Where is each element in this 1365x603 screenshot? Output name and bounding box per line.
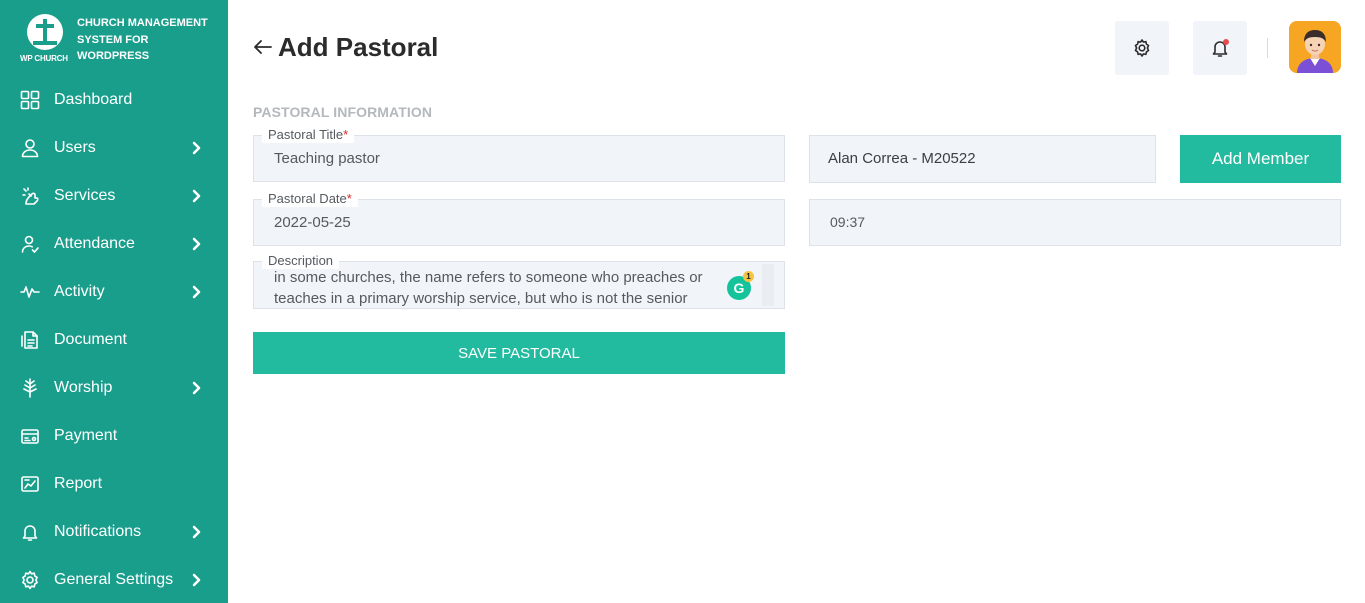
grammarly-count-badge: 1 <box>743 271 754 282</box>
pastoral-title-label: Pastoral Title* <box>262 127 355 143</box>
description-value: in some churches, the name refers to som… <box>274 269 703 307</box>
save-pastoral-button[interactable]: SAVE PASTORAL <box>253 332 785 374</box>
worship-icon <box>20 378 40 398</box>
chevron-right-icon <box>190 285 204 299</box>
pastoral-title-field[interactable]: Pastoral Title* Teaching pastor <box>253 127 785 182</box>
description-scrollbar[interactable] <box>762 264 774 306</box>
gear-icon <box>20 570 40 590</box>
page-header: Add Pastoral <box>252 30 438 64</box>
sidebar-item-notifications[interactable]: Notifications <box>0 508 228 556</box>
section-label: PASTORAL INFORMATION <box>253 104 433 120</box>
sidebar-item-label: Users <box>54 139 96 156</box>
sidebar-item-label: Services <box>54 187 116 204</box>
sidebar-item-label: Attendance <box>54 235 135 252</box>
sidebar-item-label: Dashboard <box>54 91 133 108</box>
sidebar-item-label: Report <box>54 475 103 492</box>
gear-icon <box>1134 39 1150 57</box>
app-root: WP CHURCH CHURCH MANAGEMENT SYSTEM FOR W… <box>0 0 1365 603</box>
sidebar-item-label: Activity <box>54 283 105 300</box>
chevron-right-icon <box>190 237 204 251</box>
pastoral-date-label: Pastoral Date* <box>262 191 358 207</box>
sidebar-item-users[interactable]: Users <box>0 124 228 172</box>
services-icon <box>20 186 40 206</box>
brand-title: CHURCH MANAGEMENT SYSTEM FOR WORDPRESS <box>77 17 208 62</box>
required-mark: * <box>346 191 352 206</box>
chevron-right-icon <box>190 141 204 155</box>
sidebar-item-label: Worship <box>54 379 113 396</box>
attendance-icon <box>20 234 40 254</box>
pastoral-date-value: 2022-05-25 <box>274 214 351 231</box>
sidebar-item-services[interactable]: Services <box>0 172 228 220</box>
sidebar: WP CHURCH CHURCH MANAGEMENT SYSTEM FOR W… <box>0 0 228 603</box>
add-member-button[interactable]: Add Member <box>1180 135 1341 183</box>
bell-icon <box>20 522 40 542</box>
sidebar-item-label: Document <box>54 331 127 348</box>
dashboard-icon <box>20 90 40 110</box>
notification-dot <box>1223 39 1229 45</box>
report-icon <box>20 474 40 494</box>
chevron-right-icon <box>190 381 204 395</box>
logo-text: WP CHURCH <box>20 54 68 63</box>
avatar[interactable] <box>1289 21 1341 73</box>
notifications-button[interactable] <box>1193 21 1247 75</box>
pastoral-title-value: Teaching pastor <box>274 150 380 167</box>
page-title: Add Pastoral <box>278 31 439 62</box>
sidebar-item-attendance[interactable]: Attendance <box>0 220 228 268</box>
sidebar-item-label: Payment <box>54 427 118 444</box>
header-divider <box>1267 38 1268 58</box>
sidebar-item-document[interactable]: Document <box>0 316 228 364</box>
sidebar-item-label: General Settings <box>54 571 174 588</box>
church-logo-icon: WP CHURCH <box>18 12 74 68</box>
sidebar-item-label: Notifications <box>54 523 142 540</box>
sidebar-item-payment[interactable]: Payment <box>0 412 228 460</box>
chevron-right-icon <box>190 573 204 587</box>
brand[interactable]: WP CHURCH CHURCH MANAGEMENT SYSTEM FOR W… <box>18 12 218 68</box>
required-mark: * <box>343 127 349 142</box>
sidebar-item-general-settings[interactable]: General Settings <box>0 556 228 603</box>
user-icon <box>20 138 40 158</box>
time-value: 09:37 <box>830 214 866 230</box>
description-textarea[interactable]: Description in some churches, the name r… <box>253 253 785 309</box>
payment-icon <box>20 426 40 446</box>
settings-button[interactable] <box>1115 21 1169 75</box>
time-field[interactable]: 09:37 <box>809 199 1341 246</box>
document-icon <box>20 330 40 350</box>
sidebar-item-dashboard[interactable]: Dashboard <box>0 76 228 124</box>
sidebar-item-report[interactable]: Report <box>0 460 228 508</box>
member-value: Alan Correa - M20522 <box>828 150 976 167</box>
member-select[interactable]: Alan Correa - M20522 <box>809 135 1156 183</box>
pastoral-date-field[interactable]: Pastoral Date* 2022-05-25 <box>253 191 785 246</box>
chevron-right-icon <box>190 525 204 539</box>
sidebar-nav: Dashboard Users Services Attendance Acti… <box>0 76 228 603</box>
activity-icon <box>20 282 40 302</box>
sidebar-item-activity[interactable]: Activity <box>0 268 228 316</box>
sidebar-item-worship[interactable]: Worship <box>0 364 228 412</box>
back-arrow-icon[interactable] <box>252 36 274 58</box>
chevron-right-icon <box>190 189 204 203</box>
